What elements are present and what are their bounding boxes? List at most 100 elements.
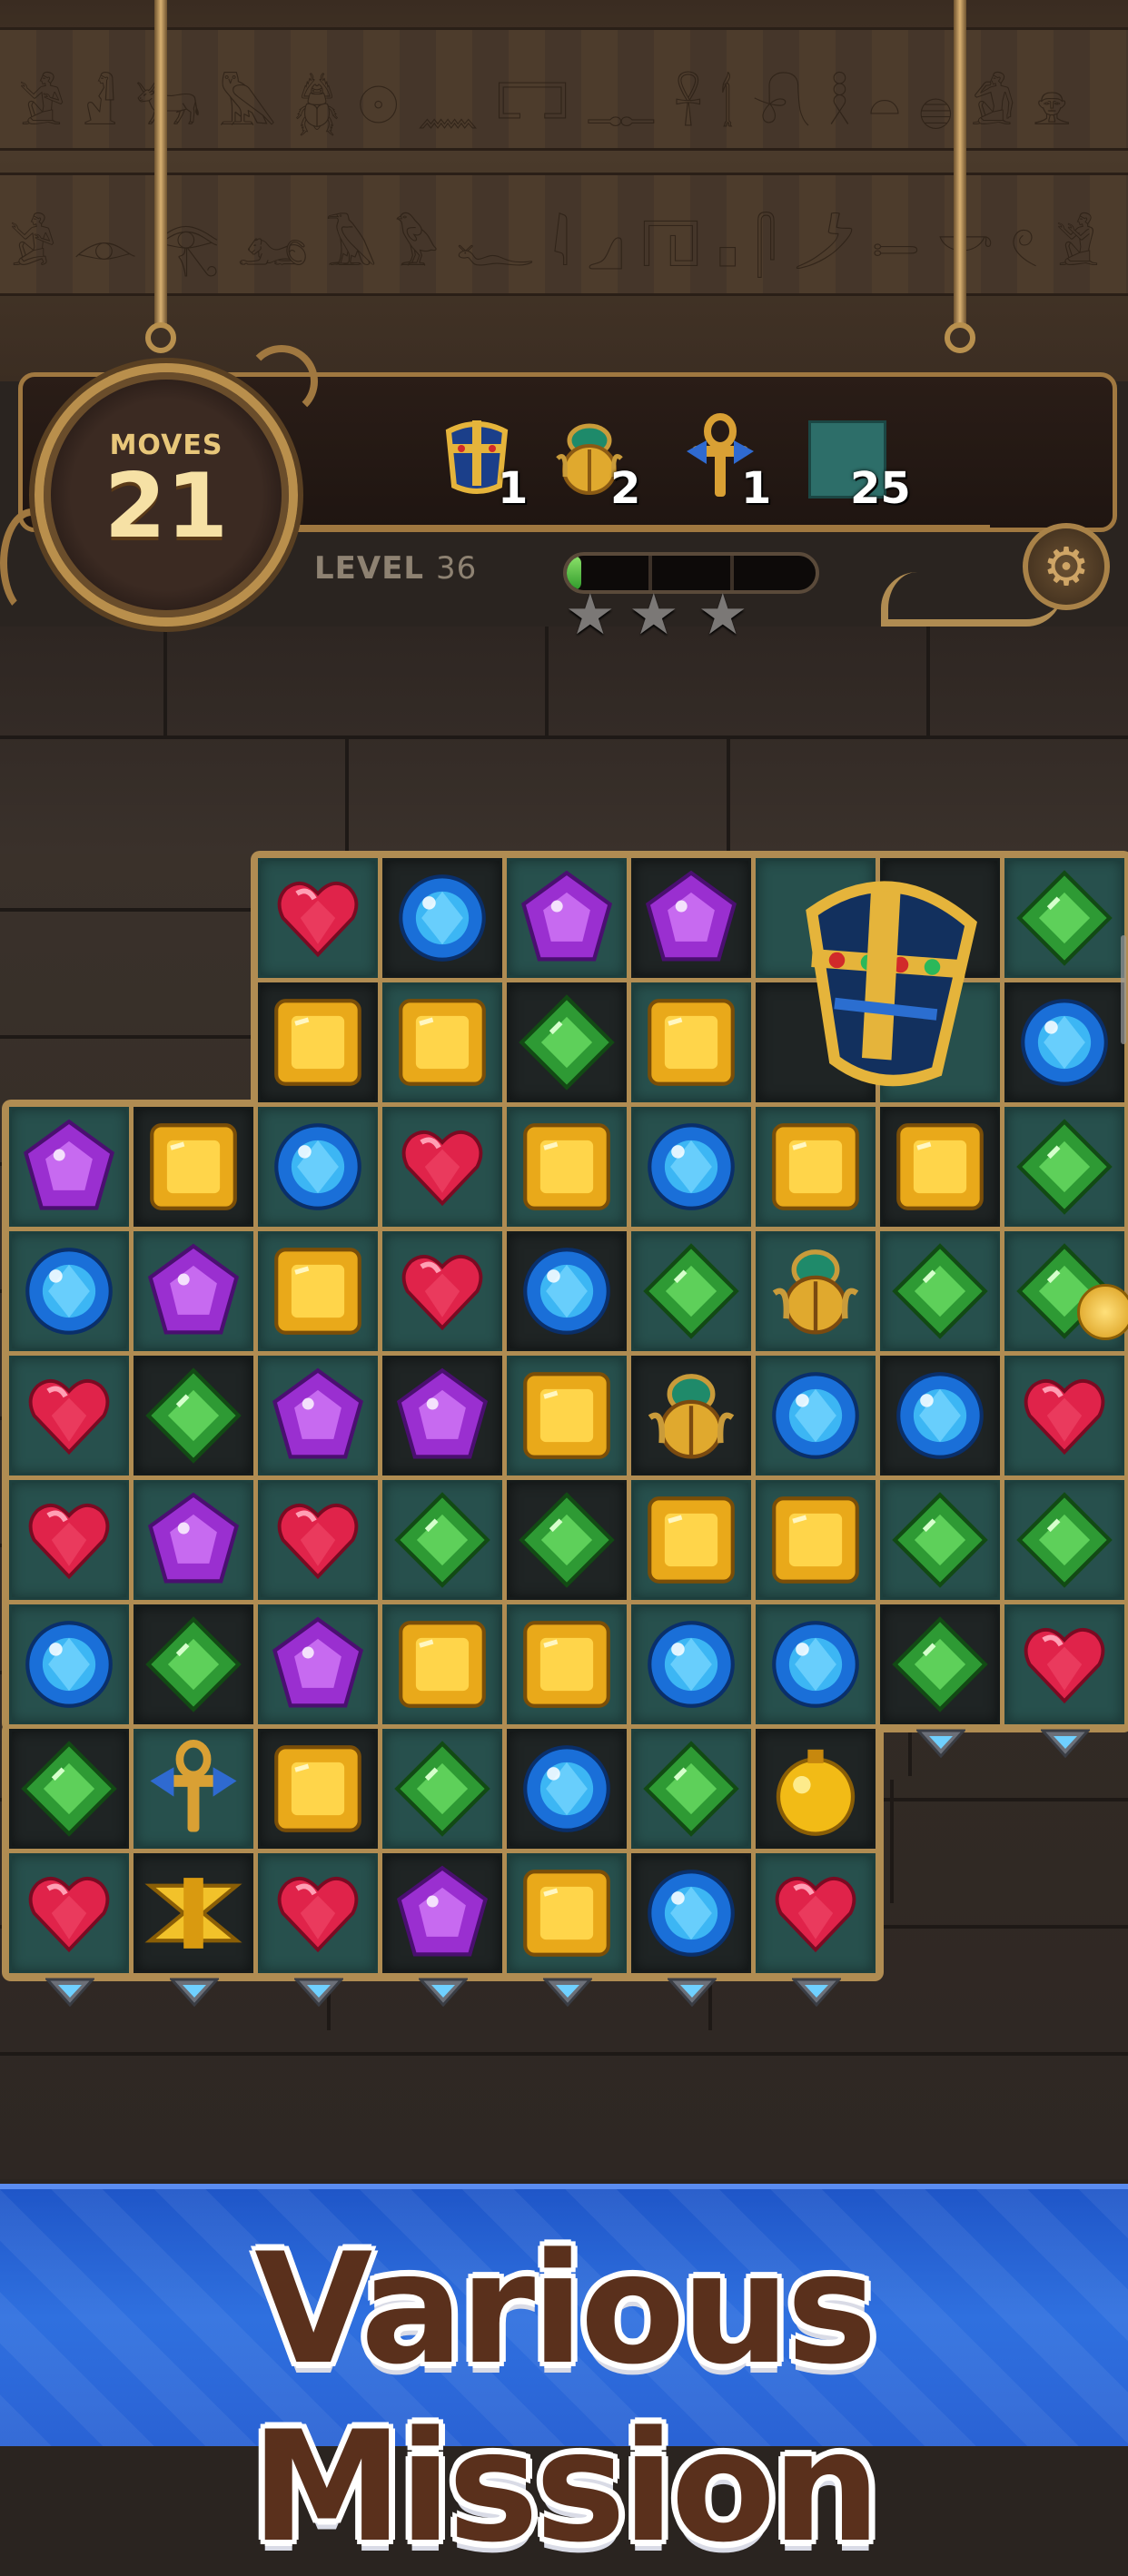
board-cell[interactable]: [756, 1107, 876, 1227]
board-cell[interactable]: [134, 1356, 253, 1476]
yellow-square-gem: [896, 1123, 984, 1210]
board-cell[interactable]: [1004, 1480, 1124, 1600]
board-cell[interactable]: [631, 1107, 751, 1227]
board-cell[interactable]: [258, 1604, 378, 1724]
board-cell[interactable]: [382, 1604, 502, 1724]
board-cell[interactable]: [756, 1729, 876, 1849]
board-cell[interactable]: [258, 1853, 378, 1973]
settings-button[interactable]: ⚙: [1023, 523, 1110, 610]
board-cell[interactable]: [756, 1231, 876, 1351]
brick-joint: [890, 1780, 894, 1903]
green-diamond-gem: [145, 1367, 242, 1464]
blue-round-gem: [772, 1621, 859, 1708]
board-cell[interactable]: [382, 1480, 502, 1600]
board-cell[interactable]: [382, 1107, 502, 1227]
board-cell[interactable]: [507, 1356, 627, 1476]
board-cell[interactable]: [9, 1604, 129, 1724]
board-cell[interactable]: [631, 1480, 751, 1600]
board-cell[interactable]: [258, 1729, 378, 1849]
gold-hourglass-piece: [144, 1878, 242, 1949]
board-cell[interactable]: [382, 1853, 502, 1973]
board-cell[interactable]: [1004, 982, 1124, 1102]
board-cell[interactable]: [258, 858, 378, 978]
yellow-square-gem: [772, 1496, 859, 1584]
green-diamond-gem: [643, 1243, 739, 1339]
green-diamond-gem: [892, 1616, 988, 1712]
board-cell[interactable]: [9, 1107, 129, 1227]
ankh-piece: [150, 1740, 237, 1832]
board-cell[interactable]: [507, 858, 627, 978]
yellow-square-gem: [523, 1870, 610, 1957]
board-cell[interactable]: [258, 1107, 378, 1227]
board-cell[interactable]: [1004, 1107, 1124, 1227]
drop-exit-arrow-icon: [45, 1978, 94, 2007]
board-cell[interactable]: [631, 1729, 751, 1849]
board-cell[interactable]: [880, 1480, 1000, 1600]
red-heart-gem: [28, 1503, 110, 1580]
board-cell[interactable]: [880, 1356, 1000, 1476]
board-cell[interactable]: [507, 1729, 627, 1849]
board-cell[interactable]: [756, 1356, 876, 1476]
board-cell[interactable]: [631, 1853, 751, 1973]
blue-round-gem: [1021, 999, 1108, 1086]
board-cell[interactable]: [880, 1604, 1000, 1724]
board-cell[interactable]: [1004, 1356, 1124, 1476]
board-cell[interactable]: [880, 1231, 1000, 1351]
panel-divider: [282, 525, 990, 530]
drop-exit-arrow-icon: [419, 1978, 468, 2007]
board-cell[interactable]: [756, 1853, 876, 1973]
board-cell[interactable]: [382, 1356, 502, 1476]
board-cell[interactable]: [134, 1231, 253, 1351]
board-cell[interactable]: [134, 1853, 253, 1973]
board-cell[interactable]: [507, 1480, 627, 1600]
scrollbar: [1121, 935, 1126, 1044]
level-number: 36: [435, 550, 478, 587]
board-cell[interactable]: [631, 1604, 751, 1724]
board-cell[interactable]: [631, 982, 751, 1102]
board-cell[interactable]: [258, 1480, 378, 1600]
board-cell[interactable]: [507, 1853, 627, 1973]
golden-orb-piece: [776, 1749, 856, 1836]
yellow-square-gem: [274, 1745, 361, 1832]
drop-exit-arrow-icon: [792, 1978, 841, 2007]
board-cell[interactable]: [9, 1356, 129, 1476]
board-cell[interactable]: [507, 1107, 627, 1227]
board-cell[interactable]: [631, 1231, 751, 1351]
board-cell[interactable]: [507, 982, 627, 1102]
green-diamond-gem: [1016, 1492, 1113, 1588]
board-cell[interactable]: [756, 1480, 876, 1600]
board-cell[interactable]: [756, 1604, 876, 1724]
right-chain-ring: [945, 322, 975, 353]
gear-icon: ⚙: [1043, 536, 1090, 597]
green-diamond-gem: [145, 1616, 242, 1712]
board-cell[interactable]: [1004, 1604, 1124, 1724]
yellow-square-gem: [772, 1123, 859, 1210]
board-cell[interactable]: [880, 1107, 1000, 1227]
blue-round-gem: [648, 1123, 735, 1210]
board-cell[interactable]: [507, 1604, 627, 1724]
board-cell[interactable]: [382, 982, 502, 1102]
board-cell[interactable]: [134, 1604, 253, 1724]
board-cell[interactable]: [631, 858, 751, 978]
purple-pentagon-gem: [645, 870, 737, 962]
green-diamond-gem: [394, 1741, 490, 1837]
board-cell[interactable]: [631, 1356, 751, 1476]
board-cell[interactable]: [382, 1729, 502, 1849]
board-cell[interactable]: [258, 1356, 378, 1476]
board-cell[interactable]: [258, 1231, 378, 1351]
board-cell[interactable]: [9, 1729, 129, 1849]
board-cell[interactable]: [507, 1231, 627, 1351]
board-cell[interactable]: [9, 1480, 129, 1600]
board-cell[interactable]: [9, 1231, 129, 1351]
board-cell[interactable]: [382, 858, 502, 978]
right-chain: [954, 0, 966, 327]
red-heart-gem: [1024, 1627, 1105, 1704]
board-cell[interactable]: [258, 982, 378, 1102]
blue-round-gem: [648, 1621, 735, 1708]
board-cell[interactable]: [134, 1480, 253, 1600]
board-cell[interactable]: [9, 1853, 129, 1973]
board-cell[interactable]: [382, 1231, 502, 1351]
board-cell[interactable]: [1004, 858, 1124, 978]
board-cell[interactable]: [134, 1729, 253, 1849]
board-cell[interactable]: [134, 1107, 253, 1227]
